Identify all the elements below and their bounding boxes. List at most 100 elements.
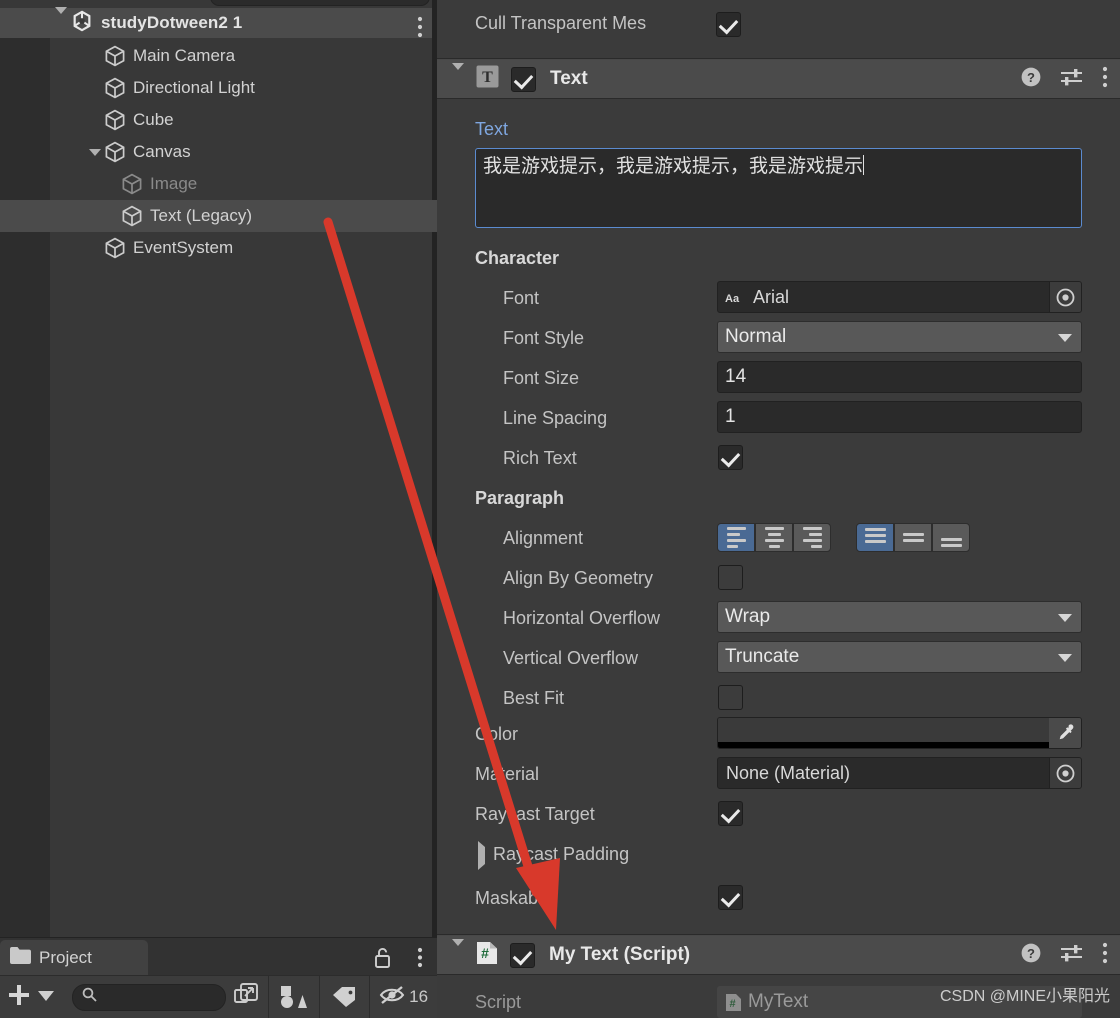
lock-open-icon[interactable] (374, 947, 391, 973)
add-asset-caret-down-icon[interactable] (38, 988, 54, 1006)
shapes-filter-icon[interactable] (269, 976, 319, 1018)
font-size-label: Font Size (503, 368, 580, 388)
raycast-target-label: Raycast Target (475, 804, 595, 824)
font-object-field[interactable]: Aa Arial (717, 281, 1082, 313)
hierarchy-item-main-camera[interactable]: Main Camera (0, 40, 437, 72)
project-search-field[interactable] (72, 983, 227, 1011)
material-value: None (Material) (726, 762, 851, 783)
text-value-textarea[interactable]: 我是游戏提示，我是游戏提示，我是游戏提示 (475, 148, 1082, 228)
horizontal-overflow-label: Horizontal Overflow (503, 608, 661, 628)
search-icon (82, 987, 97, 1007)
scene-foldout-icon[interactable] (55, 7, 67, 32)
text-component-kebab-menu-icon[interactable] (1102, 66, 1108, 93)
maskable-label: Maskable (475, 888, 553, 908)
text-component-header[interactable]: T Text ? (437, 60, 1120, 98)
tag-filter-icon[interactable] (320, 976, 370, 1018)
raycast-padding-foldout-icon[interactable] (478, 841, 485, 870)
svg-text:T: T (482, 69, 493, 86)
svg-text:?: ? (1027, 70, 1035, 85)
hierarchy-item-label: Text (Legacy) (150, 206, 253, 225)
line-spacing-input[interactable]: 1 (717, 401, 1082, 433)
alignment-horizontal-group (717, 523, 831, 552)
script-component-kebab-menu-icon[interactable] (1102, 942, 1108, 969)
text-component-foldout-icon[interactable] (452, 63, 464, 88)
text-component-title: Text (550, 68, 588, 89)
preset-settings-icon[interactable] (1060, 66, 1084, 93)
hierarchy-item-image[interactable]: Image (0, 168, 437, 200)
scene-header-row[interactable]: studyDotween2 1 (0, 7, 437, 38)
folder-icon (10, 947, 31, 969)
script-component-foldout-icon[interactable] (452, 939, 464, 964)
font-size-input[interactable]: 14 (717, 361, 1082, 393)
project-kebab-menu-icon[interactable] (417, 947, 423, 973)
gameobject-cube-icon (121, 173, 143, 195)
align-right-button[interactable] (793, 523, 831, 552)
svg-text:Aa: Aa (725, 293, 740, 305)
hierarchy-search-field-partial[interactable] (210, 0, 430, 6)
align-left-button[interactable] (717, 523, 755, 552)
help-icon[interactable]: ? (1020, 66, 1042, 93)
script-component-enabled-checkbox[interactable] (510, 942, 535, 968)
font-style-dropdown[interactable]: Normal (717, 321, 1082, 353)
chevron-down-icon (1058, 334, 1072, 342)
gameobject-cube-icon (104, 45, 126, 67)
hierarchy-panel: studyDotween2 1 Main Camera Directional L… (0, 0, 437, 937)
gameobject-cube-icon (104, 77, 126, 99)
text-component-enabled-checkbox[interactable] (511, 66, 536, 92)
maskable-checkbox[interactable] (718, 885, 743, 910)
hidden-objects-count: 16 (409, 987, 429, 1006)
align-middle-button[interactable] (894, 523, 932, 552)
align-by-geometry-checkbox[interactable] (718, 565, 743, 590)
eyedropper-icon[interactable] (1049, 718, 1081, 748)
align-bottom-button[interactable] (932, 523, 970, 552)
font-object-picker-icon[interactable] (1049, 282, 1081, 312)
text-field-label: Text (475, 119, 509, 139)
color-alpha-bar (718, 742, 1049, 748)
align-top-button[interactable] (856, 523, 894, 552)
hierarchy-item-directional-light[interactable]: Directional Light (0, 72, 437, 104)
raycast-padding-label: Raycast Padding (493, 844, 630, 864)
hierarchy-item-foldout-icon[interactable] (86, 148, 104, 156)
hierarchy-item-eventsystem[interactable]: EventSystem (0, 232, 437, 264)
horizontal-overflow-value: Wrap (725, 606, 771, 627)
hierarchy-item-text-legacy[interactable]: Text (Legacy) (0, 200, 437, 232)
preset-settings-icon[interactable] (1060, 942, 1084, 969)
font-size-value: 14 (725, 366, 747, 387)
script-component-header[interactable]: # My Text (Script) ? (437, 936, 1120, 974)
rich-text-label: Rich Text (503, 448, 577, 468)
tab-project[interactable]: Project (0, 940, 148, 976)
vertical-overflow-label: Vertical Overflow (503, 648, 639, 668)
gameobject-cube-icon (121, 205, 143, 227)
cull-transparent-mesh-checkbox[interactable] (716, 12, 741, 37)
csdn-watermark: CSDN @MINE小果阳光 (939, 988, 1110, 1005)
project-toolbar: 16 (0, 975, 437, 1018)
open-in-new-icon[interactable] (232, 981, 260, 1014)
vertical-overflow-value: Truncate (725, 646, 800, 667)
project-search-input[interactable] (102, 989, 222, 1005)
hierarchy-item-label: Canvas (133, 142, 191, 161)
project-tab-label: Project (39, 948, 92, 967)
hierarchy-item-cube[interactable]: Cube (0, 104, 437, 136)
hierarchy-item-canvas[interactable]: Canvas (0, 136, 437, 168)
svg-text:#: # (481, 945, 489, 961)
chevron-down-icon (1058, 614, 1072, 622)
font-label: Font (503, 288, 540, 308)
material-object-field[interactable]: None (Material) (717, 757, 1082, 789)
horizontal-overflow-dropdown[interactable]: Wrap (717, 601, 1082, 633)
rich-text-checkbox[interactable] (718, 445, 743, 470)
material-label: Material (475, 764, 540, 784)
material-object-picker-icon[interactable] (1049, 758, 1081, 788)
raycast-target-checkbox[interactable] (718, 801, 743, 826)
color-field[interactable] (717, 717, 1082, 749)
best-fit-checkbox[interactable] (718, 685, 743, 710)
align-center-button[interactable] (755, 523, 793, 552)
align-by-geometry-label: Align By Geometry (503, 568, 654, 588)
help-icon[interactable]: ? (1020, 942, 1042, 969)
script-row-label: Script (475, 992, 522, 1012)
unity-logo-icon (71, 10, 93, 37)
paragraph-section-label: Paragraph (475, 488, 565, 508)
add-asset-plus-icon[interactable] (6, 982, 32, 1013)
hidden-objects-toggle[interactable]: 16 (370, 976, 437, 1018)
vertical-overflow-dropdown[interactable]: Truncate (717, 641, 1082, 673)
line-spacing-value: 1 (725, 406, 736, 427)
